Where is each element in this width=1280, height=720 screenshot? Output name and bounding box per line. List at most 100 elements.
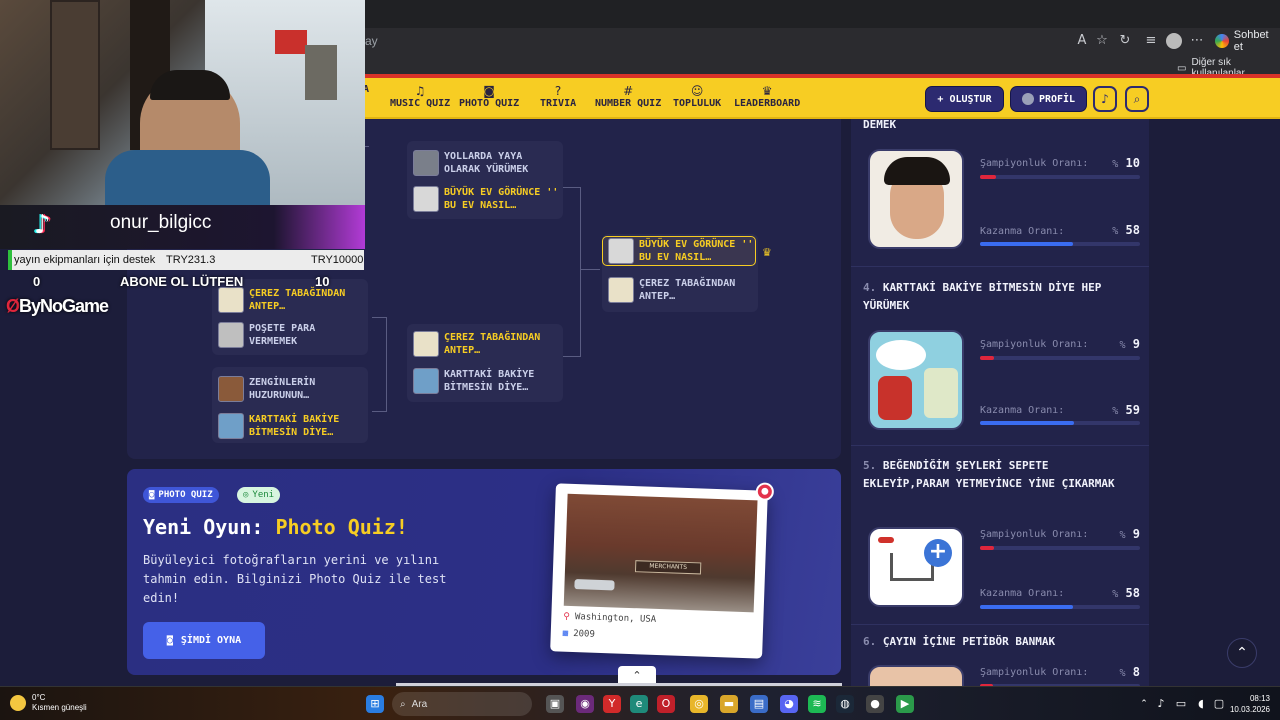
nav-item-music-quiz[interactable]: ♫ MUSIC QUIZ <box>390 84 450 114</box>
photo-location: ⚲ Washington, USA <box>563 612 656 625</box>
nav-item-number-quiz[interactable]: # NUMBER QUIZ <box>595 84 661 114</box>
entry-thumbnail <box>608 277 634 303</box>
spotify-icon[interactable]: ≋ <box>808 695 826 713</box>
store-icon[interactable]: ▤ <box>750 695 768 713</box>
bracket-entry[interactable]: POŞETE PARA VERMEMEK <box>218 320 368 350</box>
search-placeholder: Ara <box>411 698 428 710</box>
new-badge: ◎ Yeni <box>237 487 281 503</box>
profile-button[interactable]: PROFİL <box>1010 86 1087 112</box>
favorites-icon[interactable]: ≡ <box>1143 33 1159 49</box>
bracket-entry[interactable]: YOLLARDA YAYA OLARAK YÜRÜMEK <box>413 148 563 178</box>
mic-icon[interactable]: ♪ <box>1152 695 1170 713</box>
bracket-entry[interactable]: ÇEREZ TABAĞINDAN ANTEP… <box>413 329 563 359</box>
create-button[interactable]: + OLUŞTUR <box>925 86 1004 112</box>
search-icon[interactable]: ⌕ <box>1125 86 1149 112</box>
obs-icon[interactable]: ● <box>866 695 884 713</box>
champ-rate-value: % 9 <box>1119 337 1141 351</box>
entry-title: BEĞENDİĞİM ŞEYLERİ SEPETE EKLEYİP,PARAM … <box>863 459 1115 490</box>
discord-icon[interactable]: ◕ <box>780 695 798 713</box>
camera-icon: ◙ <box>166 635 173 646</box>
win-rate-value: % 59 <box>1112 403 1140 417</box>
bracket-entry[interactable]: BÜYÜK EV GÖRÜNCE '' BU EV NASIL… <box>413 184 563 214</box>
bracket-entry[interactable]: ÇEREZ TABAĞINDAN ANTEP… <box>608 275 758 305</box>
play-now-button[interactable]: ◙ ŞİMDİ OYNA <box>143 622 265 659</box>
nav-item-topluluk[interactable]: ☺ TOPLULUK <box>673 84 721 114</box>
edge-icon[interactable]: e <box>630 695 648 713</box>
yandex-icon[interactable]: Y <box>603 695 621 713</box>
location-pin-icon: ● <box>755 482 775 501</box>
notifications-bell-icon[interactable]: ♪ <box>1093 86 1117 112</box>
task-view-icon[interactable]: ▣ <box>546 695 564 713</box>
scroll-to-top-button[interactable]: ⌃ <box>1227 638 1257 668</box>
match-col2-a: YOLLARDA YAYA OLARAK YÜRÜMEK BÜYÜK EV GÖ… <box>407 141 563 219</box>
sponsor-mark-icon: Ø <box>6 296 20 316</box>
app-icon[interactable]: ◉ <box>576 695 594 713</box>
win-rate-bar <box>980 605 1140 609</box>
entry-thumbnail <box>413 186 439 212</box>
entry-label: YOLLARDA YAYA OLARAK YÜRÜMEK <box>444 151 529 175</box>
start-button-icon[interactable]: ⊞ <box>366 695 384 713</box>
more-menu-icon[interactable]: ⋯ <box>1189 33 1205 49</box>
music-note-icon: ♫ <box>414 84 426 98</box>
pin-icon: ⚲ <box>563 611 571 622</box>
tray-chevron-icon[interactable]: ⌃ <box>1135 695 1153 713</box>
windows-taskbar: 0°C Kısmen güneşli ⊞ ⌕ Ara ▣ ◉ Y e O ◎ ▬… <box>0 686 1280 720</box>
leaderboard-panel: DEMEK Şampiyonluk Oranı: % 10 Kazanma Or… <box>851 118 1149 705</box>
streamer-username: onur_bilgicc <box>110 212 212 233</box>
win-rate-value: % 58 <box>1112 223 1140 237</box>
chat-button[interactable]: Sohbet et <box>1215 29 1280 53</box>
badge-label: PHOTO QUIZ <box>158 490 213 500</box>
taskbar-search[interactable]: ⌕ Ara <box>392 692 532 716</box>
nav-item-leaderboard[interactable]: ♛ LEADERBOARD <box>734 84 800 114</box>
bracket-entry[interactable]: KARTTAKİ BAKİYE BİTMESİN DİYE… <box>413 366 563 396</box>
search-icon: ⌕ <box>400 698 406 710</box>
win-rate-bar-fill <box>980 242 1073 246</box>
entry-image <box>868 330 964 430</box>
profile-avatar-icon[interactable] <box>1166 33 1182 49</box>
nav-label: PHOTO QUIZ <box>459 98 520 109</box>
champ-rate-bar <box>980 356 1140 360</box>
favorite-star-icon[interactable]: ☆ <box>1094 33 1110 49</box>
bracket-entry[interactable]: KARTTAKİ BAKİYE BİTMESİN DİYE… <box>218 411 368 441</box>
address-bar[interactable]: ay <box>365 31 1085 53</box>
steam-icon[interactable]: ◍ <box>836 695 854 713</box>
refresh-icon[interactable]: ↻ <box>1117 33 1133 49</box>
photo-year: ▦ 2009 <box>563 629 595 640</box>
champ-rate-value: % 10 <box>1112 156 1140 170</box>
champ-rate-value: % 8 <box>1119 665 1141 679</box>
chrome-icon[interactable]: ◎ <box>690 695 708 713</box>
app-icon-2[interactable]: ▶ <box>896 695 914 713</box>
clock-time: 08:13 <box>1249 694 1270 703</box>
champ-rate-label: Şampiyonluk Oranı: <box>980 158 1089 169</box>
win-rate-bar <box>980 421 1140 425</box>
goal-text: yayın ekipmanları için destek <box>14 254 156 266</box>
volume-icon[interactable]: ◖ <box>1192 695 1210 713</box>
folder-icon[interactable]: ▬ <box>720 695 738 713</box>
camera-icon: ◙ <box>483 84 495 98</box>
nav-item-photo-quiz[interactable]: ◙ PHOTO QUIZ <box>459 84 519 114</box>
leaderboard-entry-title: 6. ÇAYIN İÇİNE PETİBÖR BANMAK <box>863 635 1056 648</box>
entry-image <box>868 149 964 249</box>
nav-item-trivia[interactable]: ? TRIVIA <box>540 84 576 114</box>
goal-target: TRY10000 <box>311 254 364 266</box>
opera-icon[interactable]: O <box>657 695 675 713</box>
location-text: Washington, USA <box>574 612 657 625</box>
bracket-entry-champion[interactable]: BÜYÜK EV GÖRÜNCE '' BU EV NASIL… <box>602 236 756 266</box>
entry-image: + <box>868 527 964 607</box>
read-aloud-icon[interactable]: A <box>1074 33 1090 49</box>
network-icon[interactable]: ▭ <box>1172 695 1190 713</box>
entry-label: ÇEREZ TABAĞINDAN ANTEP… <box>444 332 541 356</box>
entry-title: KARTTAKİ BAKİYE BİTMESİN DİYE HEP YÜRÜME… <box>863 281 1102 312</box>
temperature: 0°C <box>32 693 46 702</box>
title-prefix: Yeni Oyun: <box>143 515 276 539</box>
match-col2-b: ÇEREZ TABAĞINDAN ANTEP… KARTTAKİ BAKİYE … <box>407 324 563 402</box>
nav-label: TRIVIA <box>540 98 577 109</box>
count-left: 0 <box>33 274 41 289</box>
photo-quiz-badge: ◙ PHOTO QUIZ <box>143 487 219 503</box>
globe-icon: ◎ <box>243 490 249 500</box>
system-clock[interactable]: 08:13 10.03.2026 <box>1226 693 1270 715</box>
question-icon: ? <box>554 84 562 98</box>
weather-widget[interactable]: 0°C Kısmen güneşli <box>10 693 87 713</box>
bracket-entry[interactable]: ZENGİNLERİN HUZURUNUN… <box>218 374 368 404</box>
year-text: 2009 <box>572 629 596 640</box>
